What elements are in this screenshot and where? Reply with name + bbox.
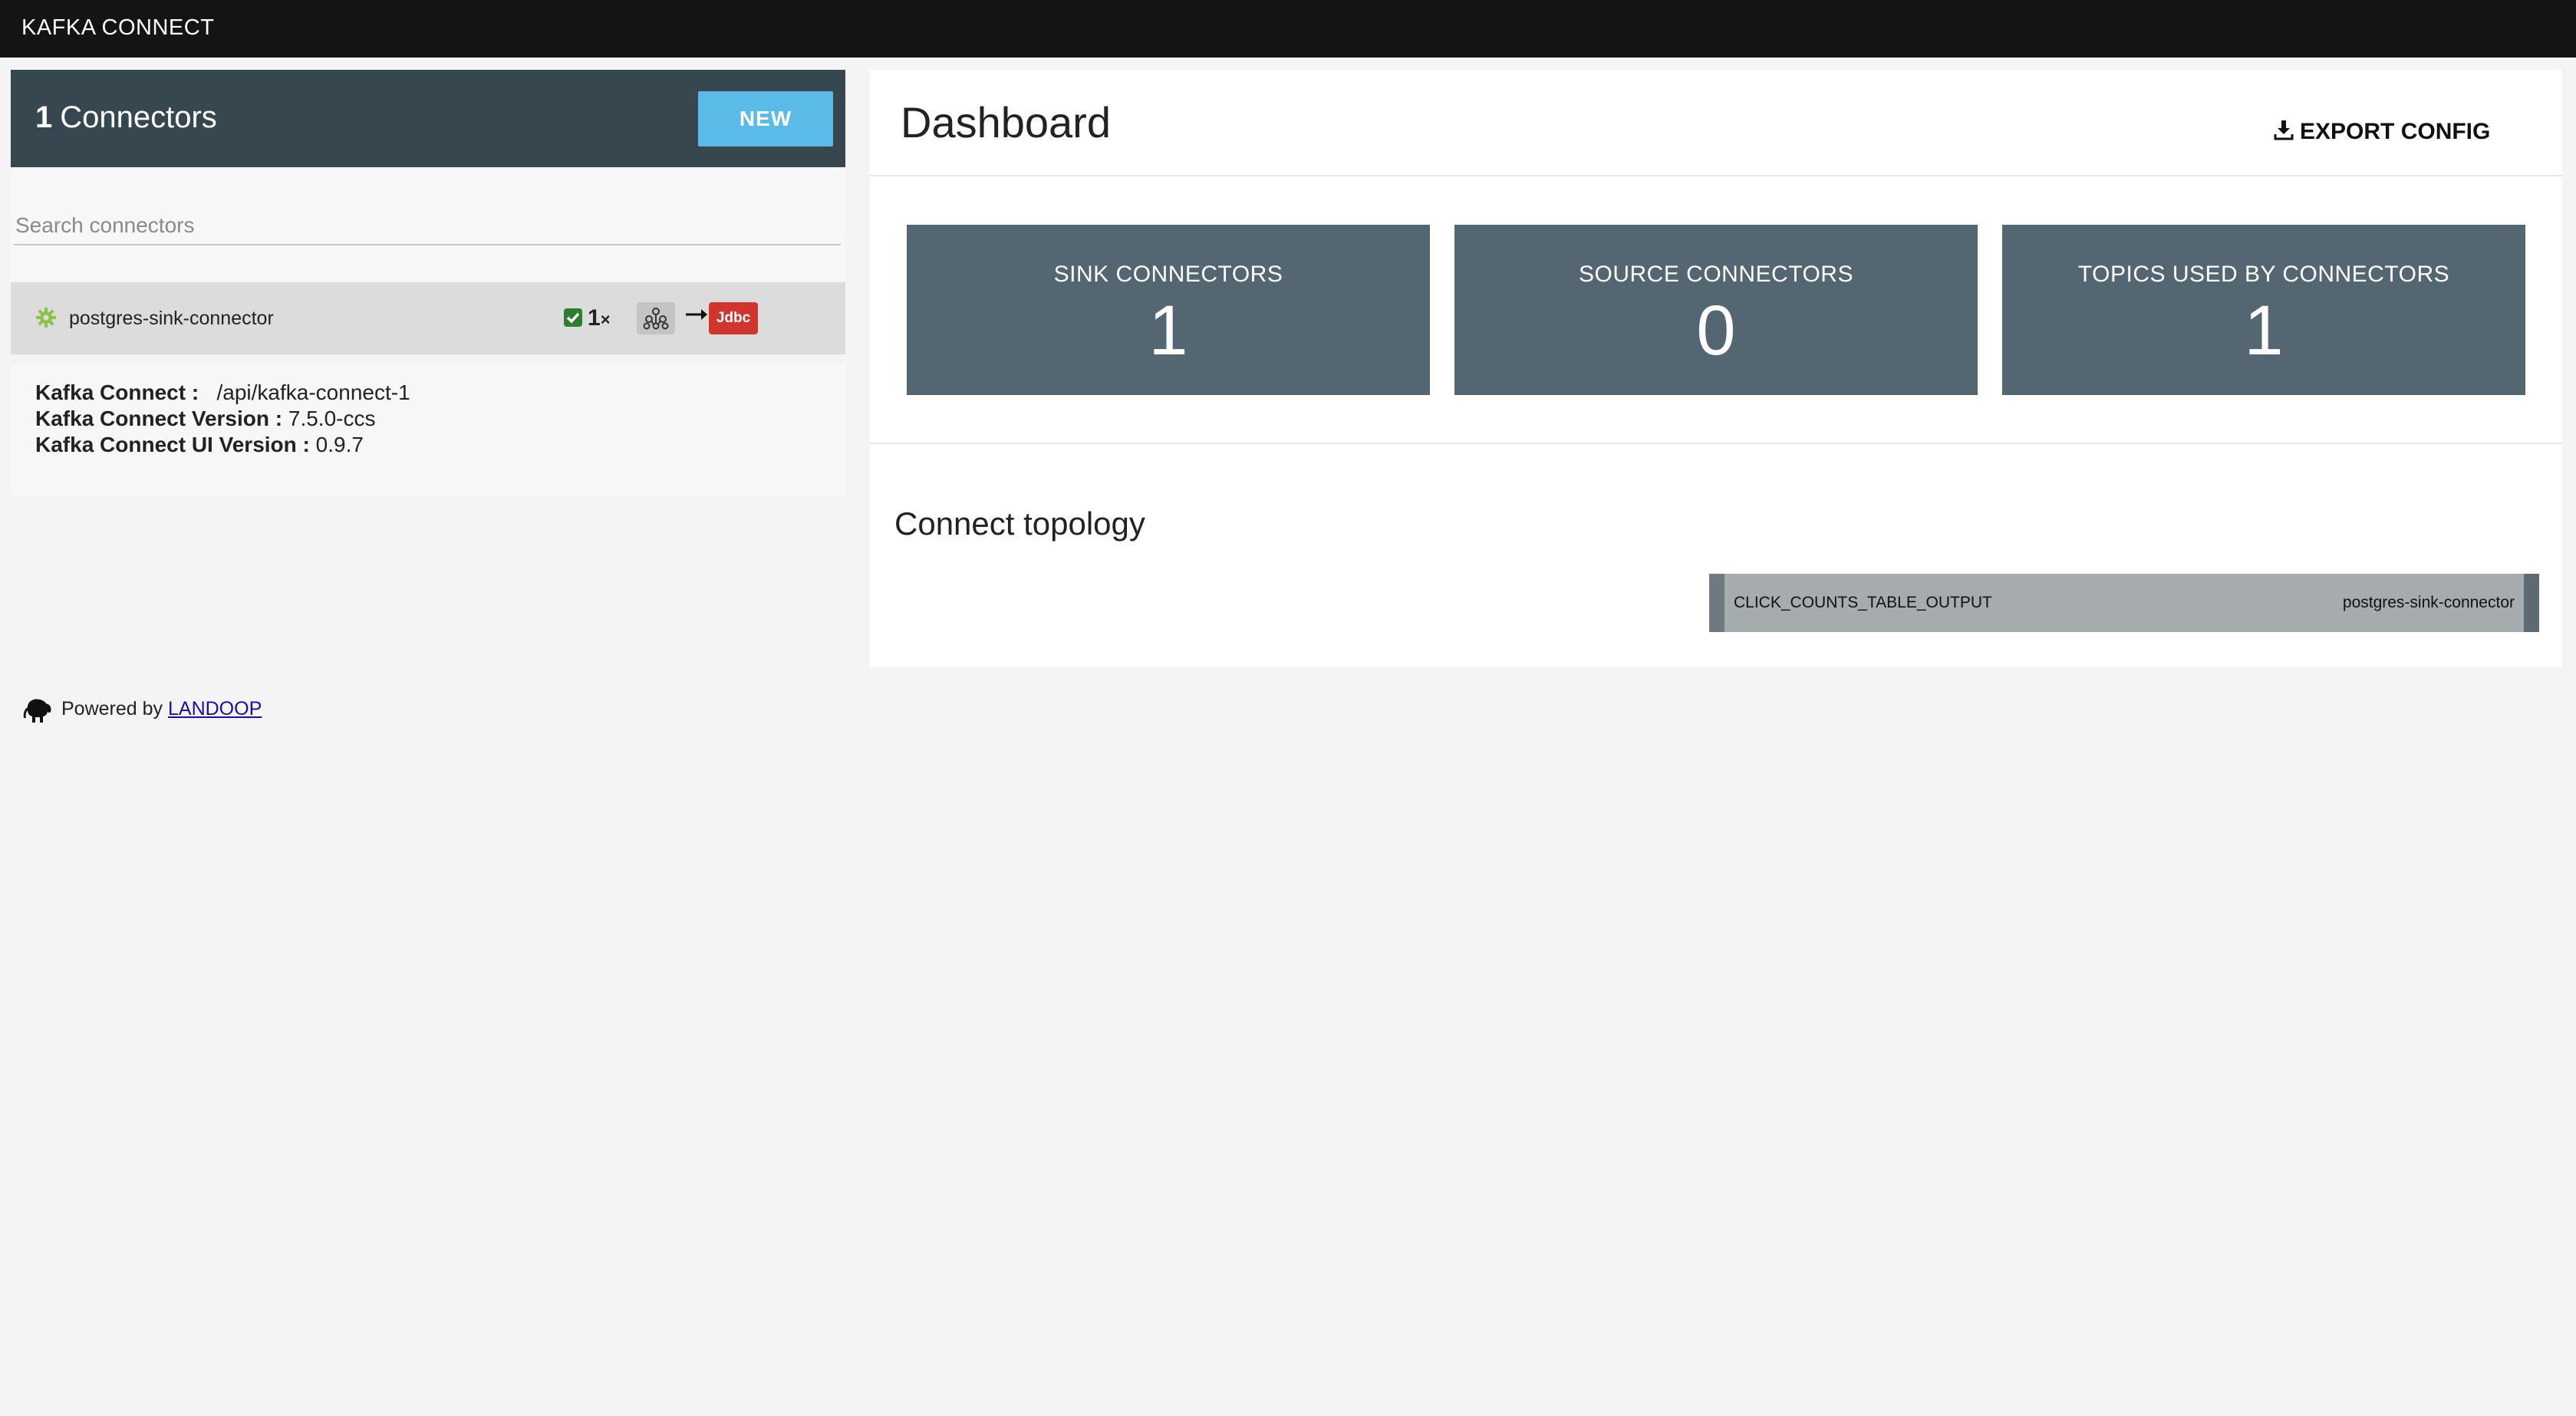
- connectors-label: Connectors: [60, 100, 217, 134]
- elephant-logo-icon: [23, 699, 51, 723]
- download-icon: [2274, 120, 2294, 140]
- topology-title: Connect topology: [894, 505, 1145, 542]
- connect-url-line: Kafka Connect : /api/kafka-connect-1: [35, 380, 410, 405]
- export-config-label: EXPORT CONFIG: [2300, 119, 2491, 144]
- ui-version-line: Kafka Connect UI Version : 0.9.7: [35, 433, 364, 457]
- source-connectors-card: SOURCE CONNECTORS 0: [1454, 225, 1978, 395]
- connect-version-value: 7.5.0-ccs: [288, 407, 376, 430]
- search-connectors-input[interactable]: [14, 207, 841, 245]
- powered-by-text: Powered by LANDOOP: [61, 698, 262, 720]
- stat-value: 0: [1696, 291, 1736, 370]
- sink-connectors-card: SINK CONNECTORS 1: [907, 225, 1430, 395]
- export-config-button[interactable]: EXPORT CONFIG: [2274, 113, 2490, 151]
- stat-label: SOURCE CONNECTORS: [1579, 262, 1853, 287]
- topology-right-cap: [2524, 574, 2539, 632]
- header-divider: [870, 175, 2562, 176]
- connect-url-value: /api/kafka-connect-1: [216, 380, 410, 404]
- connector-name[interactable]: postgres-sink-connector: [69, 308, 274, 330]
- ui-version-label: Kafka Connect UI Version :: [35, 433, 310, 456]
- search-panel: [11, 167, 845, 282]
- check-icon: [564, 308, 582, 327]
- section-divider: [870, 443, 2562, 444]
- stat-label: TOPICS USED BY CONNECTORS: [2077, 262, 2450, 287]
- landoop-link[interactable]: LANDOOP: [168, 698, 262, 720]
- dashboard-panel: Dashboard EXPORT CONFIG SINK CONNECTORS …: [870, 70, 2562, 667]
- kafka-icon: [637, 302, 675, 334]
- app-title[interactable]: KAFKA CONNECT: [21, 15, 214, 41]
- stat-value: 1: [1148, 291, 1188, 370]
- connector-list-item[interactable]: postgres-sink-connector 1× Jdbc: [11, 282, 845, 354]
- topology-connector[interactable]: postgres-sink-connector: [2343, 594, 2515, 612]
- cluster-info-panel: Kafka Connect : /api/kafka-connect-1 Kaf…: [11, 365, 845, 496]
- tasks-count-value: 1: [588, 305, 601, 331]
- connect-version-line: Kafka Connect Version : 7.5.0-ccs: [35, 407, 375, 431]
- tasks-count-suffix: ×: [600, 310, 611, 329]
- stat-value: 1: [2244, 291, 2284, 370]
- jdbc-plugin-badge: Jdbc: [709, 302, 758, 334]
- powered-by-label: Powered by: [61, 698, 163, 720]
- connectors-count-title: 1 Connectors: [35, 100, 217, 135]
- tasks-count: 1×: [588, 305, 611, 331]
- stat-label: SINK CONNECTORS: [1053, 262, 1283, 287]
- topology-topic[interactable]: CLICK_COUNTS_TABLE_OUTPUT: [1734, 594, 1992, 612]
- topology-left-cap: [1709, 574, 1724, 632]
- connect-version-label: Kafka Connect Version :: [35, 407, 283, 430]
- page-title: Dashboard: [901, 98, 1111, 147]
- connectors-header: 1 Connectors NEW: [11, 70, 845, 167]
- ui-version-value: 0.9.7: [315, 433, 364, 456]
- topics-used-card: TOPICS USED BY CONNECTORS 1: [2002, 225, 2525, 395]
- connectors-count: 1: [35, 100, 53, 134]
- topology-flow[interactable]: CLICK_COUNTS_TABLE_OUTPUT postgres-sink-…: [1709, 574, 2539, 632]
- gear-icon: [36, 308, 56, 328]
- connect-url-label: Kafka Connect :: [35, 380, 199, 404]
- new-connector-button[interactable]: NEW: [698, 91, 833, 147]
- top-navbar: KAFKA CONNECT: [0, 0, 2576, 58]
